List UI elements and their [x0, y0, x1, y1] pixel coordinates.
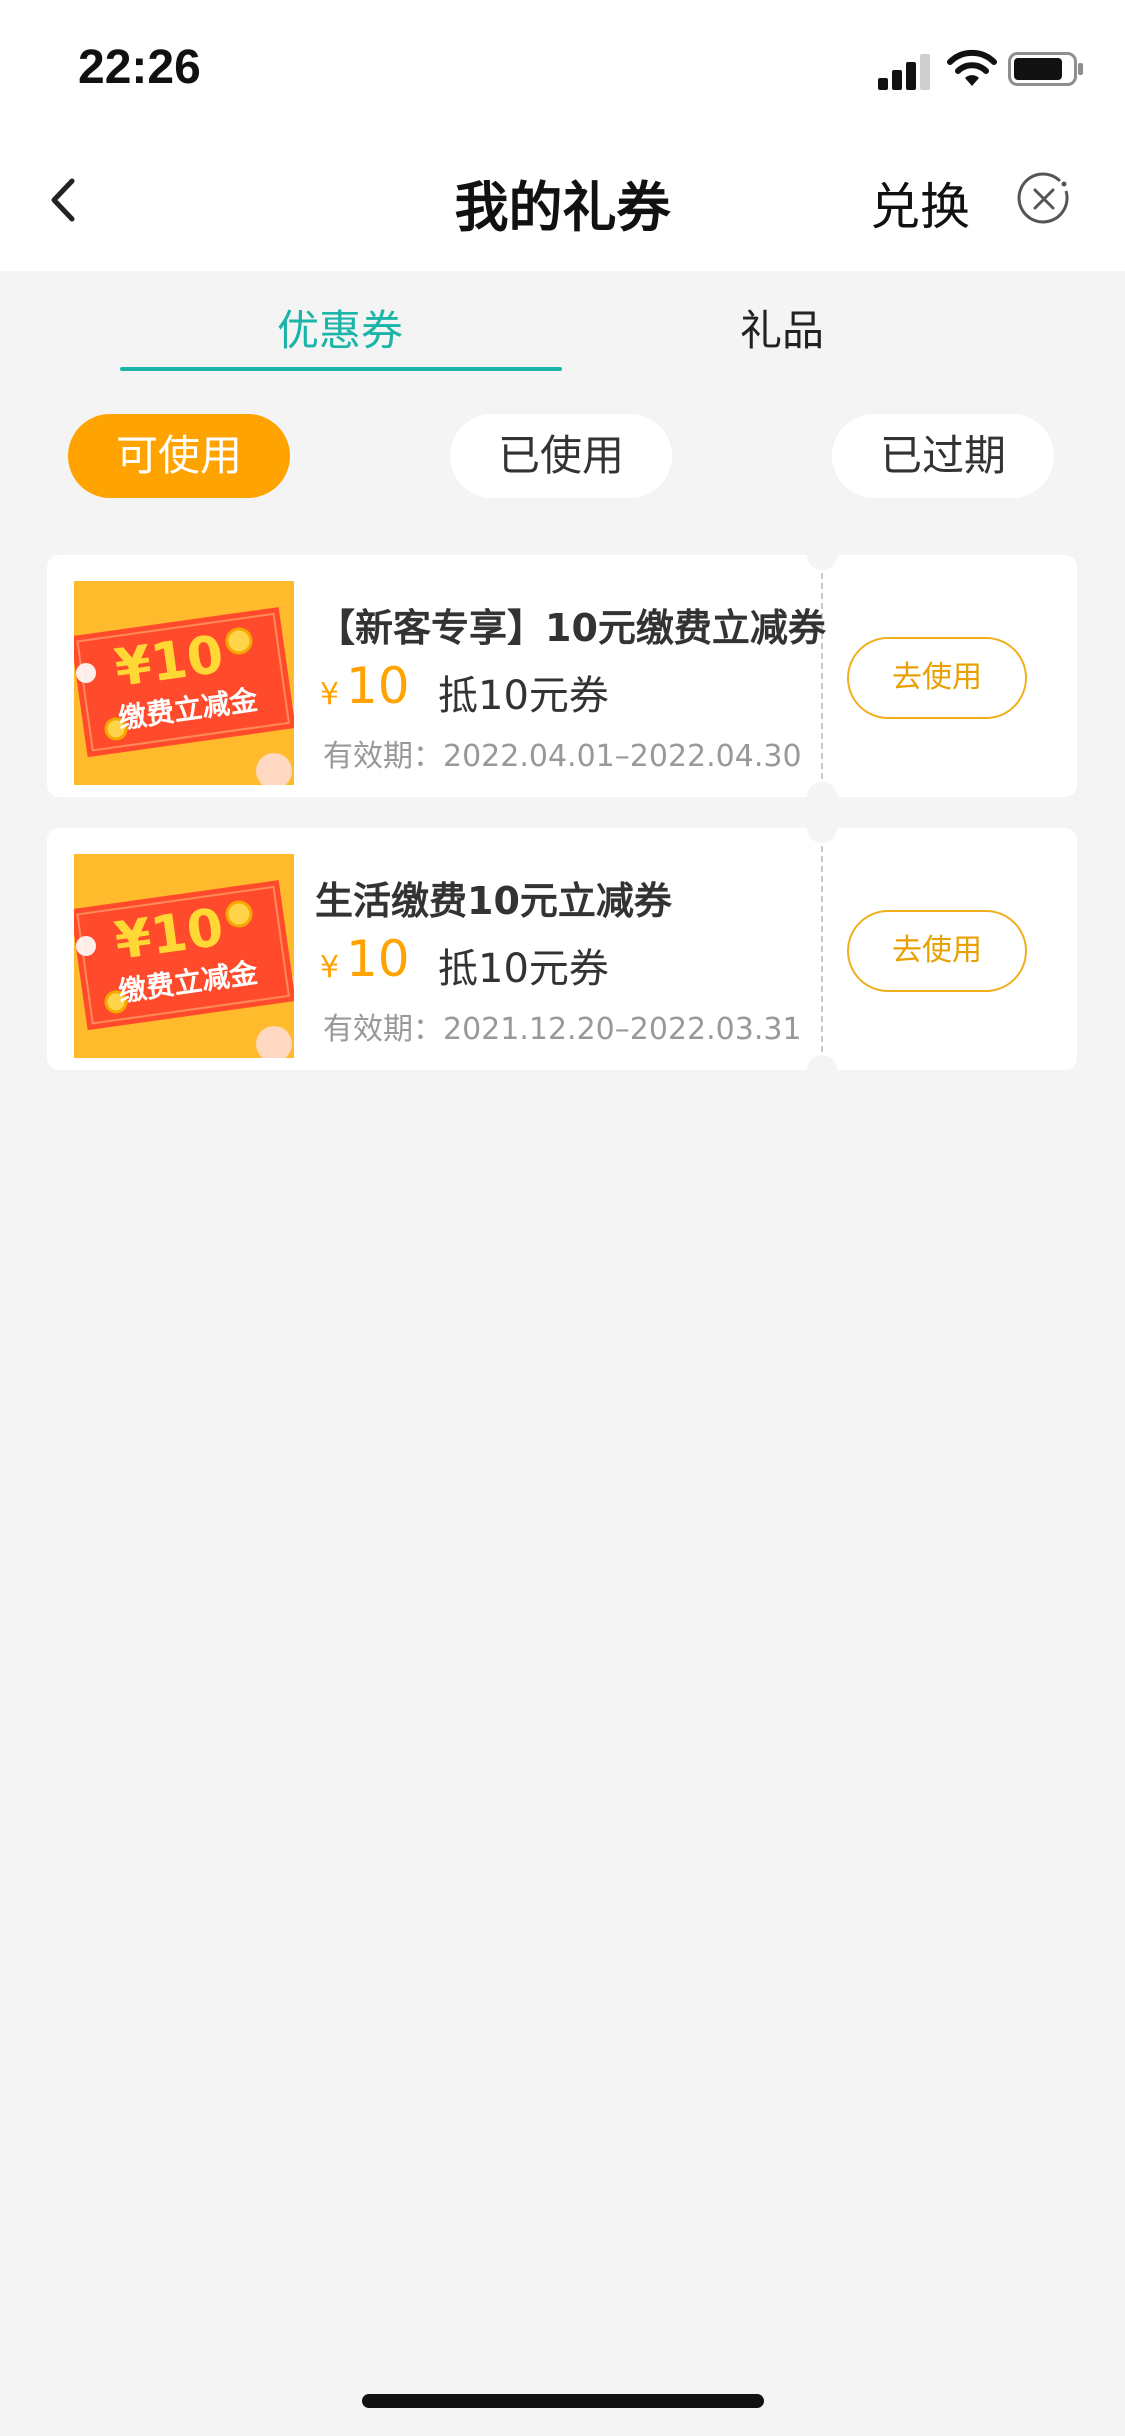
- ticket-notch: [807, 813, 837, 843]
- coupon-thumbnail: ¥10 缴费立减金: [74, 581, 294, 785]
- ticket-notch: [807, 782, 837, 812]
- status-filter: 可使用 已使用 已过期: [0, 414, 1125, 500]
- coupon-validity: 有效期：2022.04.01–2022.04.30: [323, 739, 802, 774]
- tab-gifts[interactable]: 礼品: [632, 297, 932, 358]
- filter-available[interactable]: 可使用: [68, 414, 290, 498]
- filter-used[interactable]: 已使用: [450, 414, 672, 498]
- use-coupon-button[interactable]: 去使用: [847, 637, 1027, 719]
- battery-icon: [1008, 52, 1083, 86]
- coupon-amount: 10: [346, 930, 410, 988]
- currency-symbol: ¥: [320, 950, 340, 985]
- coupon-amount: 10: [346, 657, 410, 715]
- tab-coupons[interactable]: 优惠券: [190, 297, 490, 358]
- coupon-title: 生活缴费10元立减券: [315, 879, 672, 923]
- coupon-title: 【新客专享】10元缴费立减券: [317, 606, 826, 650]
- coupon-thumbnail: ¥10 缴费立减金: [74, 854, 294, 1058]
- signal-icon: [878, 50, 934, 90]
- coupon-card[interactable]: ¥10 缴费立减金 【新客专享】10元缴费立减券 ¥ 10 抵10元券 有效期：…: [47, 540, 1077, 812]
- close-circle-icon[interactable]: [1016, 171, 1072, 227]
- tab-bar: 优惠券 礼品: [0, 271, 1125, 381]
- coupon-card[interactable]: ¥10 缴费立减金 生活缴费10元立减券 ¥ 10 抵10元券 有效期：2021…: [47, 813, 1077, 1085]
- wifi-icon: [947, 49, 997, 86]
- status-bar: 22:26: [0, 0, 1125, 135]
- ticket-notch: [807, 540, 837, 570]
- filter-expired[interactable]: 已过期: [832, 414, 1054, 498]
- coupon-amount-desc: 抵10元券: [438, 946, 609, 992]
- currency-symbol: ¥: [320, 677, 340, 712]
- use-coupon-button[interactable]: 去使用: [847, 910, 1027, 992]
- chevron-left-icon[interactable]: [40, 167, 88, 233]
- status-time: 22:26: [78, 41, 201, 94]
- ticket-notch: [807, 1055, 837, 1085]
- home-indicator[interactable]: [362, 2394, 764, 2408]
- exchange-button[interactable]: 兑换: [870, 167, 970, 239]
- nav-bar: 我的礼券 兑换: [0, 135, 1125, 271]
- coupon-amount-desc: 抵10元券: [438, 673, 609, 719]
- coupon-validity: 有效期：2021.12.20–2022.03.31: [323, 1012, 802, 1047]
- active-tab-indicator: [120, 367, 562, 371]
